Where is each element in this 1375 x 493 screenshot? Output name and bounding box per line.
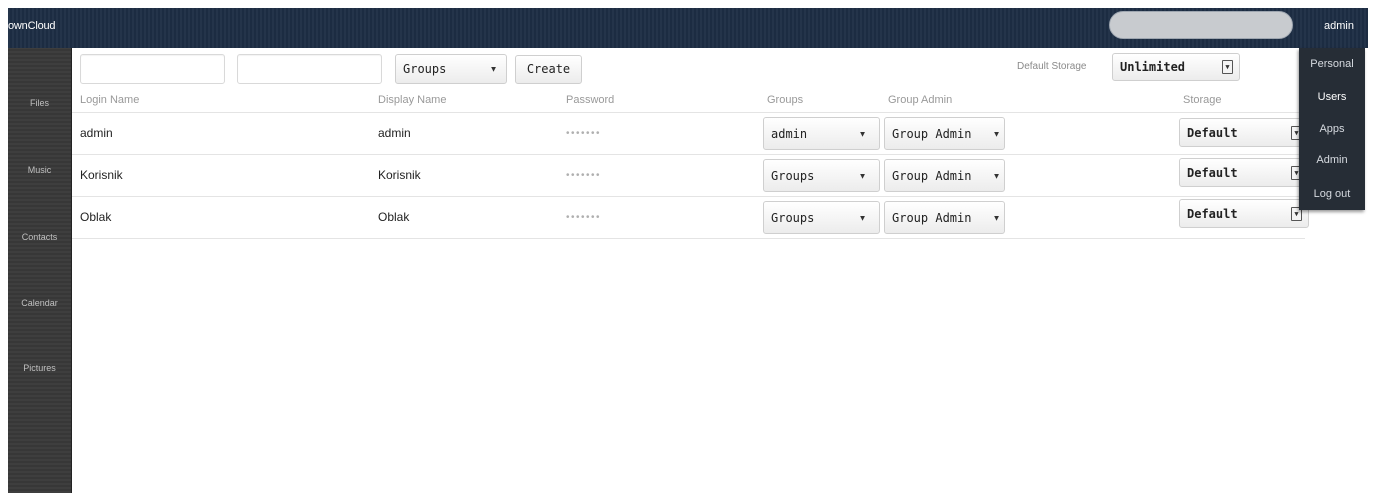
settings-menu: Personal Users Apps Admin Log out <box>1299 48 1365 210</box>
group-admin-value: Group Admin <box>892 168 972 183</box>
display-name-cell[interactable]: Oblak <box>378 210 409 224</box>
select-arrow-icon: ▼ <box>1222 60 1233 74</box>
chevron-down-icon: ▼ <box>994 213 999 222</box>
user-menu-button[interactable]: admin <box>1324 20 1354 32</box>
chevron-down-icon: ▼ <box>860 171 865 180</box>
app-navigation: Files Music Contacts Calendar Pictures <box>8 48 72 493</box>
nav-item-files[interactable]: Files <box>8 98 71 108</box>
chevron-down-icon: ▼ <box>860 213 865 222</box>
column-header-storage: Storage <box>1183 94 1222 106</box>
storage-select[interactable]: Default ▼ <box>1179 118 1309 147</box>
storage-value: Default <box>1187 206 1238 221</box>
row-divider <box>72 196 1305 197</box>
new-user-groups-select[interactable]: Groups ▼ <box>395 54 507 84</box>
chevron-down-icon: ▼ <box>994 171 999 180</box>
new-user-groups-value: Groups <box>403 62 447 76</box>
settings-menu-item-users[interactable]: Users <box>1299 91 1365 103</box>
user-groups-select[interactable]: admin ▼ <box>763 117 880 150</box>
display-name-cell[interactable]: Korisnik <box>378 168 421 182</box>
group-admin-select[interactable]: Group Admin ▼ <box>884 201 1005 234</box>
storage-value: Default <box>1187 165 1238 180</box>
group-admin-value: Group Admin <box>892 210 972 225</box>
user-groups-value: Groups <box>771 168 815 183</box>
nav-item-contacts[interactable]: Contacts <box>8 232 71 242</box>
user-groups-value: Groups <box>771 210 815 225</box>
default-storage-value: Unlimited <box>1120 60 1186 74</box>
nav-item-music[interactable]: Music <box>8 165 71 175</box>
nav-item-calendar[interactable]: Calendar <box>8 298 71 308</box>
password-cell[interactable]: ••••••• <box>566 212 601 223</box>
user-groups-select[interactable]: Groups ▼ <box>763 159 880 192</box>
storage-select[interactable]: Default ▼ <box>1179 158 1309 187</box>
default-storage-label: Default Storage <box>1017 61 1087 72</box>
password-cell[interactable]: ••••••• <box>566 128 601 139</box>
top-header: ownCloud admin <box>8 8 1368 48</box>
row-divider <box>72 238 1305 239</box>
chevron-down-icon: ▼ <box>860 129 865 138</box>
display-name-cell[interactable]: admin <box>378 126 411 140</box>
default-storage-select[interactable]: Unlimited ▼ <box>1112 53 1240 81</box>
settings-menu-item-personal[interactable]: Personal <box>1299 58 1365 70</box>
nav-item-pictures[interactable]: Pictures <box>8 363 71 373</box>
settings-menu-item-admin[interactable]: Admin <box>1299 154 1365 166</box>
group-admin-select[interactable]: Group Admin ▼ <box>884 159 1005 192</box>
group-admin-value: Group Admin <box>892 126 972 141</box>
login-name-cell: Korisnik <box>80 168 123 182</box>
login-name-cell: Oblak <box>80 210 112 224</box>
user-groups-select[interactable]: Groups ▼ <box>763 201 880 234</box>
owncloud-logo[interactable]: ownCloud <box>8 20 56 32</box>
column-header-group-admin: Group Admin <box>888 94 953 106</box>
login-name-cell: admin <box>80 126 113 140</box>
column-header-login-name: Login Name <box>80 94 140 106</box>
storage-select[interactable]: Default ▼ <box>1179 199 1309 228</box>
row-divider <box>72 154 1305 155</box>
login-name-input[interactable] <box>80 54 225 84</box>
user-groups-value: admin <box>771 126 808 141</box>
create-user-button[interactable]: Create <box>515 55 582 84</box>
password-cell[interactable]: ••••••• <box>566 170 601 181</box>
settings-menu-item-logout[interactable]: Log out <box>1299 188 1365 200</box>
group-admin-select[interactable]: Group Admin ▼ <box>884 117 1005 150</box>
row-divider <box>72 112 1305 113</box>
search-input[interactable] <box>1109 11 1293 39</box>
password-input[interactable] <box>237 54 382 84</box>
storage-value: Default <box>1187 125 1238 140</box>
chevron-down-icon: ▼ <box>994 129 999 138</box>
column-header-display-name: Display Name <box>378 94 447 106</box>
settings-menu-item-apps[interactable]: Apps <box>1299 123 1365 135</box>
column-header-password: Password <box>566 94 615 106</box>
column-header-groups: Groups <box>767 94 804 106</box>
chevron-down-icon: ▼ <box>491 64 496 74</box>
